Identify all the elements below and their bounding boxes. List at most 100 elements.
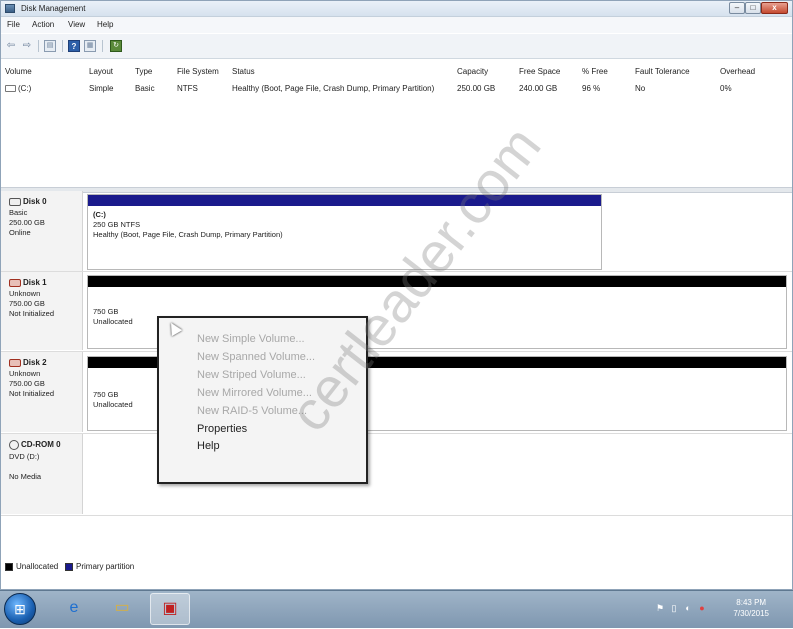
disk-0-volume-c[interactable]: (C:) 250 GB NTFS Healthy (Boot, Page Fil…: [87, 194, 602, 270]
cdrom-0-name: CD-ROM 0: [21, 440, 61, 450]
row-divider: [1, 271, 792, 272]
row-divider: [1, 433, 792, 434]
capacity-cell: 250.00 GB: [457, 84, 496, 93]
clock-date: 7/30/2015: [733, 609, 769, 618]
legend: Unallocated Primary partition: [1, 559, 792, 575]
disk-management-app-icon: [5, 4, 15, 13]
disk-0-type: Basic: [9, 208, 28, 217]
legend-label-unallocated: Unallocated: [16, 562, 59, 571]
cdrom-0-state: No Media: [9, 472, 42, 481]
disk-2-name: Disk 2: [23, 358, 47, 367]
drive-icon: [5, 85, 16, 93]
col-free-space[interactable]: Free Space: [519, 67, 560, 76]
legend-swatch-unallocated: [5, 563, 13, 571]
volume-list-header: Volume Layout Type File System Status Ca…: [1, 64, 792, 78]
internet-explorer-icon[interactable]: e: [54, 593, 94, 625]
menu-item-properties[interactable]: Properties: [197, 423, 247, 435]
col-file-system[interactable]: File System: [177, 67, 219, 76]
start-button[interactable]: ⊞: [4, 593, 36, 625]
fs-cell: NTFS: [177, 84, 198, 93]
col-pct-free[interactable]: % Free: [582, 67, 608, 76]
toolbar-separator: [38, 40, 39, 52]
alert-icon[interactable]: ●: [697, 603, 707, 613]
disk-2-header[interactable]: Disk 2 Unknown 750.00 GB Not Initialized: [1, 352, 83, 432]
legend-swatch-primary: [65, 563, 73, 571]
disk-1-name: Disk 1: [23, 278, 47, 287]
disk-1-header[interactable]: Disk 1 Unknown 750.00 GB Not Initialized: [1, 272, 83, 350]
menu-item-new-raid5-volume: New RAID-5 Volume...: [197, 405, 308, 417]
volume-cell: (C:): [5, 84, 31, 93]
disk-2-type: Unknown: [9, 369, 41, 378]
table-row[interactable]: (C:) Simple Basic NTFS Healthy (Boot, Pa…: [1, 81, 792, 95]
disk-1-state: Not Initialized: [9, 309, 55, 318]
close-button[interactable]: x: [761, 2, 788, 14]
free-space-cell: 240.00 GB: [519, 84, 558, 93]
disk-0-state: Online: [9, 228, 31, 237]
col-status[interactable]: Status: [232, 67, 255, 76]
toolbar-separator: [102, 40, 103, 52]
volume-icon[interactable]: ◐: [683, 603, 693, 613]
type-cell: Basic: [135, 84, 155, 93]
disk-0-header[interactable]: Disk 0 Basic 250.00 GB Online: [1, 191, 83, 271]
row-divider: [1, 515, 792, 516]
cdrom-0-type: DVD (D:): [9, 452, 40, 461]
menu-item-new-spanned-volume: New Spanned Volume...: [197, 351, 316, 363]
volume-c-size: 250 GB NTFS: [93, 220, 141, 229]
forward-arrow-icon[interactable]: ⇨: [21, 40, 33, 52]
window-title: Disk Management: [21, 4, 86, 13]
uninitialized-disk-icon: [9, 278, 21, 287]
refresh-icon[interactable]: ↻: [110, 40, 122, 52]
disk-management-window: Disk Management – □ x File Action View H…: [0, 0, 793, 590]
col-type[interactable]: Type: [135, 67, 152, 76]
context-menu: New Simple Volume... New Spanned Volume.…: [157, 316, 368, 484]
volume-c-title: (C:): [93, 210, 106, 219]
console-tree-icon[interactable]: ▤: [44, 40, 56, 52]
menu-action[interactable]: Action: [32, 20, 54, 29]
maximize-button[interactable]: □: [745, 2, 761, 14]
clock[interactable]: 8:43 PM 7/30/2015: [733, 597, 769, 619]
disk-1-size: 750.00 GB: [9, 299, 45, 308]
col-overhead[interactable]: Overhead: [720, 67, 755, 76]
action-center-icon[interactable]: ⚑: [655, 603, 665, 613]
menu-item-new-mirrored-volume: New Mirrored Volume...: [197, 387, 312, 399]
layout-cell: Simple: [89, 84, 114, 93]
legend-label-primary: Primary partition: [76, 562, 135, 571]
properties-icon[interactable]: ▦: [84, 40, 96, 52]
fault-tolerance-cell: No: [635, 84, 646, 93]
disk-2-state: Not Initialized: [9, 389, 55, 398]
disk-1-type: Unknown: [9, 289, 41, 298]
cdrom-0-header[interactable]: CD-ROM 0 DVD (D:) No Media: [1, 434, 83, 514]
col-fault-tolerance[interactable]: Fault Tolerance: [635, 67, 690, 76]
menu-help[interactable]: Help: [97, 20, 113, 29]
taskbar: ⊞ e ▭ ▣ ⚑ ▯ ◐ ● 8:43 PM 7/30/2015: [0, 590, 793, 628]
menu-bar: File Action View Help: [1, 17, 792, 33]
volume-c-status: Healthy (Boot, Page File, Crash Dump, Pr…: [93, 230, 283, 239]
back-arrow-icon[interactable]: ⇦: [5, 40, 17, 52]
network-icon[interactable]: ▯: [669, 603, 679, 613]
cd-drive-icon: [9, 440, 19, 450]
menu-item-help[interactable]: Help: [197, 440, 220, 452]
menu-view[interactable]: View: [68, 20, 85, 29]
menu-item-new-striped-volume: New Striped Volume...: [197, 369, 306, 381]
disk-2-size: 750.00 GB: [9, 379, 45, 388]
pct-free-cell: 96 %: [582, 84, 601, 93]
col-capacity[interactable]: Capacity: [457, 67, 488, 76]
menu-item-new-simple-volume: New Simple Volume...: [197, 333, 305, 345]
menu-file[interactable]: File: [7, 20, 20, 29]
help-icon[interactable]: ?: [68, 40, 80, 52]
toolbar-separator: [62, 40, 63, 52]
file-explorer-icon[interactable]: ▭: [102, 593, 142, 625]
uninitialized-disk-icon: [9, 358, 21, 367]
toolbar: ⇦ ⇨ ▤ ? ▦ ↻: [1, 34, 792, 59]
disk-0-name: Disk 0: [23, 197, 47, 206]
col-volume[interactable]: Volume: [5, 67, 32, 76]
volume-name: (C:): [18, 84, 32, 93]
title-bar[interactable]: Disk Management – □ x: [1, 1, 792, 17]
primary-partition-bar: [88, 195, 601, 206]
minimize-button[interactable]: –: [729, 2, 745, 14]
pane-splitter[interactable]: [1, 187, 792, 193]
toolbox-icon[interactable]: ▣: [150, 593, 190, 625]
disk-icon: [9, 197, 21, 206]
col-layout[interactable]: Layout: [89, 67, 113, 76]
clock-time: 8:43 PM: [736, 598, 767, 607]
